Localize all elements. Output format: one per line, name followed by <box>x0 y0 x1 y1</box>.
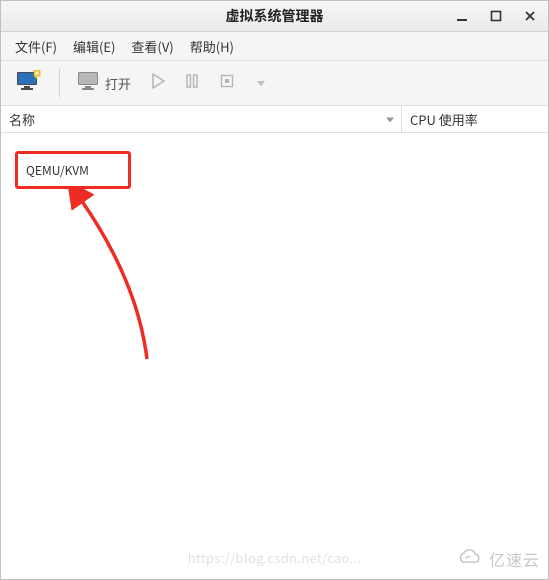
connection-row[interactable]: QEMU/KVM <box>15 151 131 189</box>
menu-bar: 文件(F) 编辑(E) 查看(V) 帮助(H) <box>1 32 548 61</box>
column-header-cpu-label: CPU 使用率 <box>410 110 478 129</box>
shutdown-menu-button[interactable] <box>248 66 274 100</box>
app-window: 虚拟系统管理器 文件(F) 编辑(E) 查看(V) 帮助(H) <box>0 0 549 580</box>
sort-indicator-icon[interactable] <box>385 110 395 129</box>
column-header-cpu[interactable]: CPU 使用率 <box>402 106 548 132</box>
menu-view[interactable]: 查看(V) <box>123 34 181 59</box>
menu-edit[interactable]: 编辑(E) <box>65 34 123 59</box>
minimize-button[interactable] <box>450 6 474 26</box>
run-vm-button[interactable] <box>144 66 172 100</box>
vm-list: QEMU/KVM <box>1 133 548 579</box>
connection-label: QEMU/KVM <box>26 162 89 179</box>
monitor-new-icon <box>16 70 42 96</box>
toolbar: 打开 <box>1 61 548 106</box>
pause-vm-button[interactable] <box>178 66 206 100</box>
pause-icon <box>185 73 199 93</box>
menu-file[interactable]: 文件(F) <box>7 34 65 59</box>
close-button[interactable] <box>518 6 542 26</box>
monitor-icon <box>77 70 101 96</box>
stop-icon <box>219 73 235 93</box>
maximize-button[interactable] <box>484 6 508 26</box>
toolbar-separator <box>59 69 60 97</box>
shutdown-vm-button[interactable] <box>212 66 242 100</box>
play-icon <box>151 73 165 93</box>
chevron-down-icon <box>255 74 267 93</box>
open-vm-label: 打开 <box>105 74 131 93</box>
column-header-name[interactable]: 名称 <box>1 106 402 132</box>
column-header-name-label: 名称 <box>9 110 35 129</box>
title-bar: 虚拟系统管理器 <box>1 1 548 32</box>
menu-help[interactable]: 帮助(H) <box>182 34 242 59</box>
new-vm-button[interactable] <box>9 66 49 100</box>
annotation-arrow <box>27 189 167 369</box>
window-controls <box>450 6 542 26</box>
column-headers: 名称 CPU 使用率 <box>1 106 548 133</box>
open-vm-button[interactable]: 打开 <box>70 66 138 100</box>
